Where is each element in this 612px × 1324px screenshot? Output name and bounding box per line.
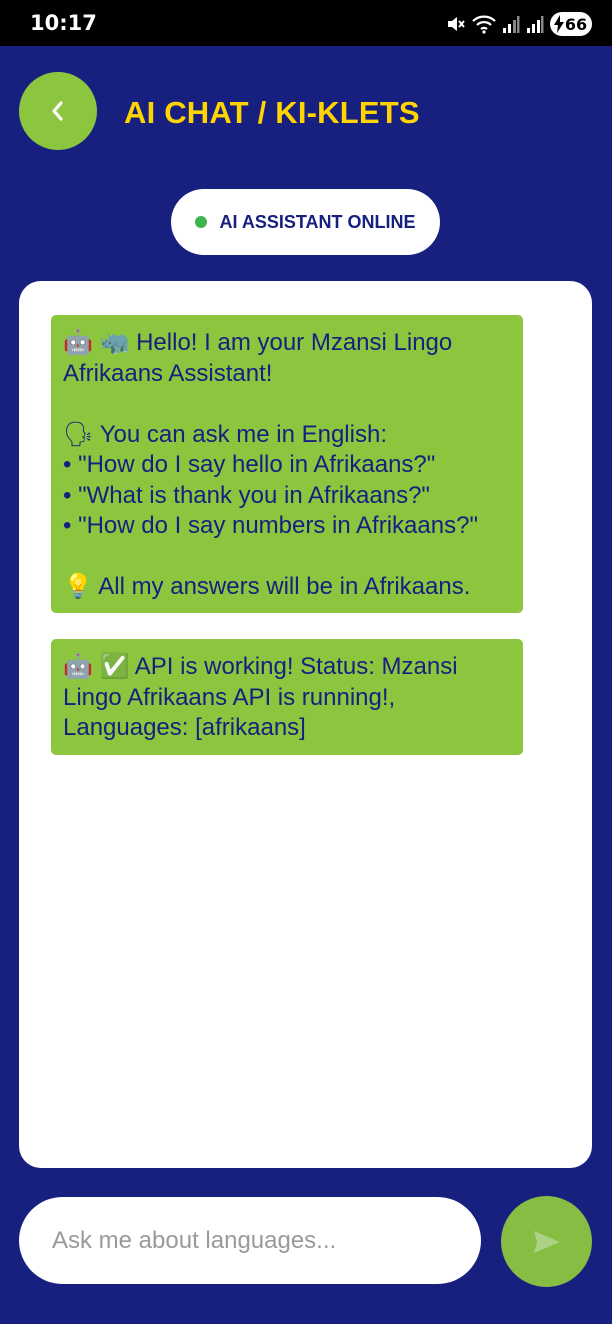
status-bar: 10:17 66 [0, 0, 612, 46]
send-icon [533, 1230, 560, 1253]
online-dot [195, 216, 208, 228]
message-input[interactable] [19, 1197, 481, 1284]
battery-indicator: 66 [550, 12, 592, 36]
signal-icon-2 [527, 16, 544, 33]
assistant-message: 🤖 🦏 Hello! I am your Mzansi Lingo Afrika… [51, 315, 523, 613]
chat-panel[interactable]: 🤖 🦏 Hello! I am your Mzansi Lingo Afrika… [19, 281, 592, 1168]
back-button[interactable] [19, 72, 97, 150]
chevron-left-icon [52, 101, 63, 121]
status-badge-label: AI ASSISTANT ONLINE [219, 211, 416, 232]
charging-icon [554, 15, 564, 33]
battery-level: 66 [564, 14, 588, 34]
status-badge: AI ASSISTANT ONLINE [171, 189, 440, 255]
status-time: 10:17 [30, 11, 97, 35]
assistant-message: 🤖 ✅ API is working! Status: Mzansi Lingo… [51, 639, 523, 755]
send-button[interactable] [501, 1196, 592, 1287]
signal-icon [503, 16, 520, 33]
status-icons: 66 [446, 12, 592, 36]
wifi-icon [472, 15, 496, 34]
page-title: AI CHAT / KI-KLETS [124, 95, 420, 130]
mute-icon [448, 17, 465, 31]
